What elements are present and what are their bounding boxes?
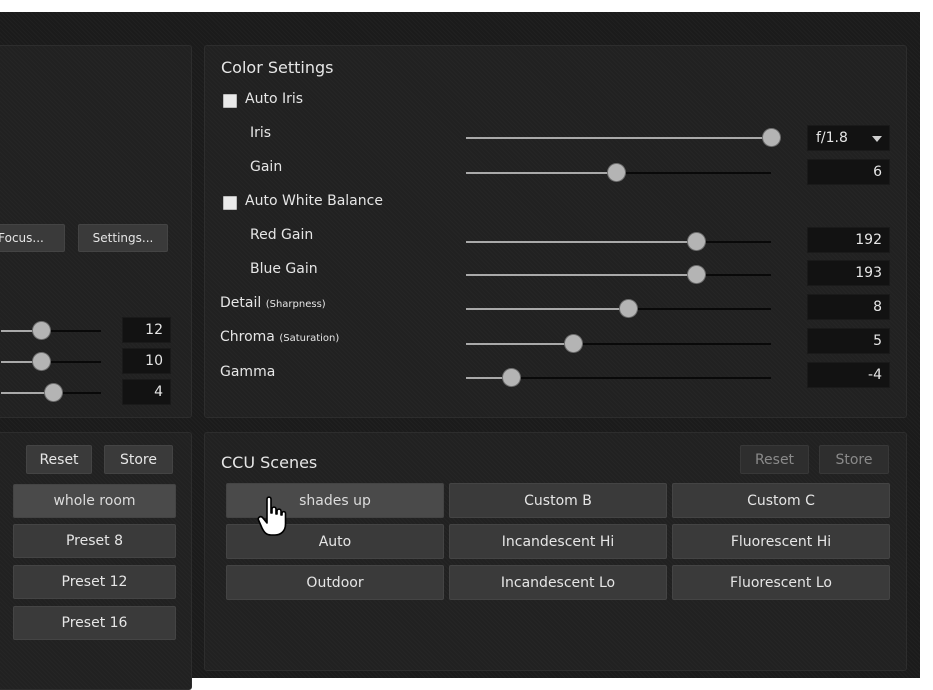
presets-store-label: Store [119,451,157,468]
slider-knob[interactable] [503,369,520,386]
presets-reset-button[interactable]: Reset [26,445,92,474]
left-slider-2-value[interactable]: 10 [122,348,171,374]
ccu-reset-button[interactable]: Reset [740,445,809,474]
detail-label-text: Detail [220,295,262,311]
scene-label: Outdoor [306,574,364,591]
preset-button-12[interactable]: Preset 12 [13,565,176,599]
slider-knob[interactable] [565,335,582,352]
slider-knob[interactable] [688,233,705,250]
color-settings-panel: Color Settings Auto Iris Iris f/1.8 Gain… [204,45,907,418]
red-gain-value[interactable]: 192 [807,227,890,253]
scene-label: Fluorescent Hi [730,533,832,550]
slider-knob[interactable] [608,164,625,181]
gamma-slider[interactable] [466,369,771,386]
scene-label: Incandescent Hi [501,533,615,550]
gain-slider[interactable] [466,164,771,181]
scene-button-incandescent-hi[interactable]: Incandescent Hi [449,524,667,559]
auto-iris-checkbox[interactable] [223,94,237,108]
chroma-slider[interactable] [466,335,771,352]
left-slider-2[interactable] [1,353,101,370]
auto-iris-label: Auto Iris [245,91,304,107]
auto-white-balance-checkbox[interactable] [223,196,237,210]
scene-button-incandescent-lo[interactable]: Incandescent Lo [449,565,667,600]
slider-knob[interactable] [763,129,780,146]
blue-gain-value[interactable]: 193 [807,260,890,286]
iris-label: Iris [250,125,272,141]
red-gain-label: Red Gain [250,227,314,243]
preset-button-16[interactable]: Preset 16 [13,606,176,640]
left-slider-3[interactable] [1,384,101,401]
preset-label: Preset 16 [61,615,128,631]
preset-button-whole-room[interactable]: whole room [13,484,176,518]
camera-settings-panel: Focus... Settings... 12 10 4 [0,45,192,418]
presets-store-button[interactable]: Store [104,445,173,474]
settings-button[interactable]: Settings... [78,224,168,252]
camera-control-app: Focus... Settings... 12 10 4 Reset Store [0,12,920,690]
iris-slider[interactable] [466,129,780,146]
slider-knob[interactable] [45,384,62,401]
gain-value[interactable]: 6 [807,159,890,185]
scene-button-custom-c[interactable]: Custom C [672,483,890,518]
ccu-scenes-panel: CCU Scenes Reset Store shades up Custom … [204,432,907,671]
scene-label: Custom B [524,492,592,509]
slider-knob[interactable] [33,353,50,370]
preset-label: Preset 8 [65,533,123,549]
detail-label: Detail (Sharpness) [220,295,326,311]
gamma-label: Gamma [220,364,276,380]
detail-value[interactable]: 8 [807,294,890,320]
scene-button-fluorescent-lo[interactable]: Fluorescent Lo [672,565,890,600]
blue-gain-label: Blue Gain [250,261,318,277]
presets-reset-label: Reset [39,451,79,468]
scene-label: Custom C [747,492,815,509]
iris-dropdown[interactable]: f/1.8 [807,125,890,151]
chroma-label-text: Chroma [220,329,275,345]
scene-label: Incandescent Lo [500,574,616,591]
red-gain-slider[interactable] [466,233,771,250]
left-slider-1[interactable] [1,322,101,339]
left-slider-1-value[interactable]: 12 [122,317,171,343]
chevron-down-icon [872,136,882,142]
scene-button-custom-b[interactable]: Custom B [449,483,667,518]
focus-button-label: Focus... [0,231,44,245]
preset-label: Preset 12 [61,574,128,590]
scene-label: Fluorescent Lo [730,574,832,591]
preset-label: whole room [53,493,136,509]
ccu-store-button[interactable]: Store [819,445,889,474]
gain-label: Gain [250,159,283,175]
preset-button-8[interactable]: Preset 8 [13,524,176,558]
slider-knob[interactable] [688,266,705,283]
left-slider-3-value[interactable]: 4 [122,379,171,405]
slider-knob[interactable] [620,300,637,317]
detail-slider[interactable] [466,300,771,317]
settings-button-label: Settings... [92,231,154,245]
iris-dropdown-value: f/1.8 [816,130,848,146]
chroma-value[interactable]: 5 [807,328,890,354]
scene-button-outdoor[interactable]: Outdoor [226,565,444,600]
color-settings-title: Color Settings [221,58,334,77]
hand-pointer-icon [257,495,287,539]
scene-button-fluorescent-hi[interactable]: Fluorescent Hi [672,524,890,559]
scene-label: shades up [299,492,371,509]
scene-label: Auto [318,533,352,550]
ccu-scenes-title: CCU Scenes [221,453,318,472]
blue-gain-slider[interactable] [466,266,771,283]
auto-white-balance-label: Auto White Balance [245,193,383,209]
presets-panel: Reset Store whole room Preset 8 Preset 1… [0,432,192,690]
ccu-store-label: Store [835,451,873,468]
detail-label-sub: (Sharpness) [265,299,326,310]
focus-button[interactable]: Focus... [0,224,65,252]
gamma-value[interactable]: -4 [807,362,890,388]
ccu-reset-label: Reset [754,451,795,468]
chroma-label-sub: (Saturation) [279,333,340,344]
slider-knob[interactable] [33,322,50,339]
chroma-label: Chroma (Saturation) [220,329,339,345]
